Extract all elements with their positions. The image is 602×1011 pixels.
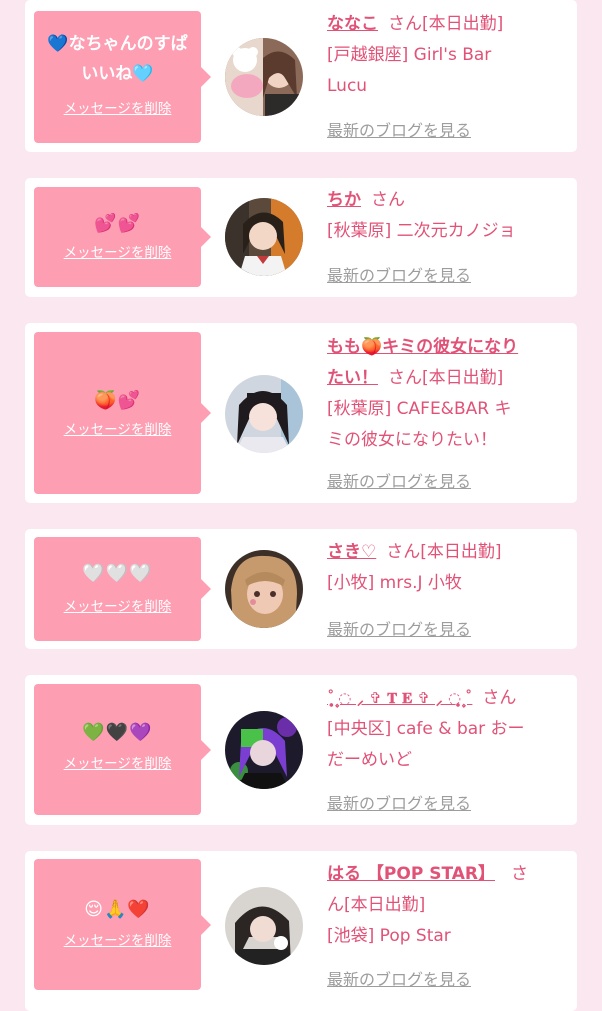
avatar[interactable] [225,38,303,116]
delete-message-link[interactable]: メッセージを削除 [64,752,172,772]
avatar-photo-icon [225,887,303,965]
message-bubble: 💙なちゃんのすぱ いいね🩵 メッセージを削除 [34,11,211,143]
message-card-5: 💚🖤💜 メッセージを削除 ˚ ͙۪۪̥◌ ⸝ ✞ 𝐓 𝐄 ✞ ⸝ ◌ ͙۪۪̥˚… [25,675,577,825]
message-bubble: 💚🖤💜 メッセージを削除 [34,684,211,815]
girl-info: ˚ ͙۪۪̥◌ ⸝ ✞ 𝐓 𝐄 ✞ ⸝ ◌ ͙۪۪̥˚ さん [中央区] cafe… [327,683,563,776]
avatar-photo-icon [225,198,303,276]
girl-info: さき♡ さん[本日出勤] [小牧] mrs.J 小牧 [327,537,563,599]
avatar[interactable] [225,375,303,453]
avatar[interactable] [225,711,303,789]
latest-blog-link[interactable]: 最新のブログを見る [327,117,471,141]
latest-blog-link[interactable]: 最新のブログを見る [327,966,471,990]
delete-message-link[interactable]: メッセージを削除 [64,595,172,615]
message-text: 💚🖤💜 [82,722,153,743]
girl-name-link[interactable]: さき♡ [327,542,376,562]
message-card-6: 😌🙏❤️ メッセージを削除 はる 【POP STAR】さ ん[本日出勤] [池袋… [25,851,577,1011]
avatar-photo-icon [225,550,303,628]
shop-label: [小牧] mrs.J 小牧 [327,573,462,593]
shop-label: [秋葉原] 二次元カノジョ [327,221,516,241]
girl-name-link[interactable]: はる 【POP STAR】 [327,864,495,884]
shop-label: [中央区] cafe & bar おー [327,719,525,739]
girl-name-link[interactable]: ななこ [327,14,378,34]
shop-label: だーめいど [327,750,412,770]
girl-info: ちか さん [秋葉原] 二次元カノジョ [327,185,563,247]
delete-message-link[interactable]: メッセージを削除 [64,929,172,949]
latest-blog-link[interactable]: 最新のブログを見る [327,616,471,640]
san-label: さん [388,368,422,388]
avatar-photo-icon [225,711,303,789]
message-bubble: 💕💕 メッセージを削除 [34,187,211,287]
message-bubble: 🍑💕 メッセージを削除 [34,332,211,494]
girl-name-link[interactable]: ˚ ͙۪۪̥◌ ⸝ ✞ 𝐓 𝐄 ✞ ⸝ ◌ ͙۪۪̥˚ [327,689,472,707]
message-card-1: 💙なちゃんのすぱ いいね🩵 メッセージを削除 ななこ さん[本日出勤] [戸越銀座… [25,0,577,152]
avatar-photo-icon [225,375,303,453]
status-label: [本日出勤] [422,368,504,388]
message-text: 😌🙏❤️ [84,899,151,920]
message-bubble: 🤍🤍🤍 メッセージを削除 [34,537,211,641]
delete-message-link[interactable]: メッセージを削除 [64,97,172,117]
girl-info: ななこ さん[本日出勤] [戸越銀座] Girl's Bar Lucu [327,9,563,102]
status-label: [本日出勤] [420,542,502,562]
girl-name-link[interactable]: ちか [327,190,361,210]
shop-label: Lucu [327,76,368,96]
girl-name-link[interactable]: もも🍑キミの彼女になり [327,337,518,357]
shop-label: [秋葉原] CAFE&BAR キ [327,399,512,419]
girl-info: もも🍑キミの彼女になり たい！ さん[本日出勤] [秋葉原] CAFE&BAR キ… [327,332,563,456]
message-card-3: 🍑💕 メッセージを削除 もも🍑キミの彼女になり たい！ さん[本日出勤] [秋葉原… [25,323,577,503]
latest-blog-link[interactable]: 最新のブログを見る [327,262,471,286]
shop-label: ミの彼女になりたい！ [327,430,497,450]
delete-message-link[interactable]: メッセージを削除 [64,241,172,261]
avatar[interactable] [225,550,303,628]
message-text: 💙なちゃんのすぱ [47,34,188,54]
girl-name-link[interactable]: たい！ [327,368,378,388]
message-card-2: 💕💕 メッセージを削除 ちか さん [秋葉原] 二次元カノジョ 最新のブログを見る [25,178,577,297]
status-label: ん[本日出勤] [327,895,426,915]
message-card-4: 🤍🤍🤍 メッセージを削除 さき♡ さん[本日出勤] [小牧] mrs.J 小牧 最… [25,529,577,649]
status-label: [本日出勤] [422,14,504,34]
avatar-photo-icon [225,38,303,116]
latest-blog-link[interactable]: 最新のブログを見る [327,790,471,814]
avatar[interactable] [225,887,303,965]
san-label: さん [371,190,405,210]
message-text: 🤍🤍🤍 [82,563,153,584]
san-label: さん [388,14,422,34]
message-bubble: 😌🙏❤️ メッセージを削除 [34,859,211,990]
message-text: 💕💕 [94,213,141,234]
san-label: さ [510,864,528,884]
latest-blog-link[interactable]: 最新のブログを見る [327,468,471,492]
message-text: いいね🩵 [81,64,154,84]
shop-label: [戸越銀座] Girl's Bar [327,45,492,65]
shop-label: [池袋] Pop Star [327,926,451,946]
san-label: さん [482,688,517,708]
san-label: さん [386,542,421,562]
delete-message-link[interactable]: メッセージを削除 [64,418,172,438]
avatar[interactable] [225,198,303,276]
girl-info: はる 【POP STAR】さ ん[本日出勤] [池袋] Pop Star [327,859,571,952]
message-text: 🍑💕 [94,390,141,411]
